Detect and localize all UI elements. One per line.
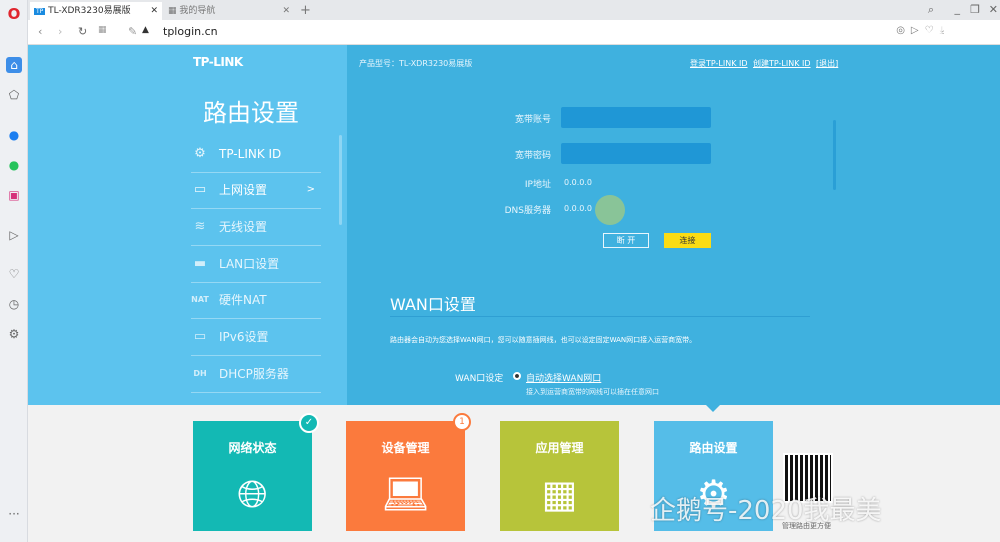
- menu-item-wireless[interactable]: ≋ 无线设置: [191, 210, 321, 246]
- more-icon[interactable]: ···: [6, 506, 22, 522]
- sidebar-scrollbar[interactable]: [339, 135, 342, 225]
- menu-item-ipv6[interactable]: ▭ IPv6设置: [191, 320, 321, 356]
- warning-icon[interactable]: ▲: [142, 25, 149, 35]
- home-icon[interactable]: ⌂: [6, 57, 22, 73]
- tplink-favicon-icon: TP: [34, 8, 46, 15]
- content-scrollbar[interactable]: [833, 120, 836, 190]
- tabs-grid-icon[interactable]: ▦: [98, 25, 107, 35]
- reload-icon[interactable]: ↻: [78, 25, 87, 38]
- account-input[interactable]: [561, 107, 711, 128]
- auto-wan-option[interactable]: 自动选择WAN网口: [526, 371, 601, 384]
- wifi-icon: ≋: [194, 219, 206, 234]
- opera-logo-icon[interactable]: O: [6, 6, 22, 22]
- back-icon[interactable]: ‹: [38, 25, 42, 38]
- menu-label: TP-LINK ID: [219, 147, 282, 161]
- nat-icon: NAT: [191, 295, 209, 304]
- menu-item-nat[interactable]: NAT 硬件NAT: [191, 283, 321, 319]
- password-label: 宽带密码: [514, 151, 551, 161]
- auto-wan-radio[interactable]: [513, 372, 521, 380]
- address-bar: ‹ › ↻ ▦ ✎ ▲ tplogin.cn ◎▷♡⤓: [28, 20, 1000, 45]
- laptop-icon: 💻︎: [381, 472, 430, 516]
- settings-icon[interactable]: ⚙: [6, 326, 22, 342]
- chevron-right-icon: >: [306, 184, 315, 195]
- close-window-icon[interactable]: ✕: [989, 3, 998, 16]
- connect-button[interactable]: 连接: [664, 233, 711, 248]
- minimize-icon[interactable]: _: [955, 2, 961, 15]
- wan-title: WAN口设置: [390, 295, 476, 314]
- main-content: 产品型号：TL-XDR3230易展版 登录TP-LINK ID 创建TP-LIN…: [347, 45, 1000, 405]
- cursor-highlight: [595, 195, 625, 225]
- wan-setting-label: WAN口设定: [455, 374, 504, 384]
- menu-item-tplink-id[interactable]: ⚙ TP-LINK ID: [191, 137, 321, 173]
- monitor-icon: ▭: [193, 329, 207, 344]
- disconnect-button[interactable]: 断 开: [603, 233, 649, 248]
- tile-network-status[interactable]: 网络状态 🌐︎: [193, 421, 312, 531]
- menu-label: 无线设置: [219, 220, 268, 234]
- menu-label: IPv6设置: [219, 330, 269, 344]
- wan-description: 路由器会自动为您选择WAN网口，您可以随意插网线，也可以设定固定WAN网口接入运…: [390, 336, 697, 344]
- url-input[interactable]: tplogin.cn: [163, 25, 218, 38]
- tile-label: 设备管理: [381, 441, 430, 455]
- dns-label: DNS服务器: [504, 206, 551, 216]
- menu-label: LAN口设置: [219, 257, 280, 271]
- heart-icon[interactable]: ♡: [6, 266, 22, 282]
- tab-navigation[interactable]: ▦ 我的导航 ✕: [164, 2, 294, 20]
- active-tile-pointer: [706, 405, 720, 412]
- printer-icon: ▬: [193, 256, 207, 271]
- tile-app-management[interactable]: 应用管理 ▦: [500, 421, 619, 531]
- create-id-link[interactable]: 创建TP-LINK ID: [753, 58, 811, 69]
- ip-value: 0.0.0.0: [564, 178, 592, 187]
- browser-sidebar: O ⌂ ⬠ ● ● ▣ ▷ ♡ ◷ ⚙ ···: [0, 0, 28, 542]
- monitor-icon: ▭: [193, 182, 207, 197]
- tplink-logo: TP-LINK: [193, 55, 243, 69]
- history-icon[interactable]: ◷: [6, 296, 22, 312]
- tab-bar: TP TL-XDR3230易展版 ✕ ▦ 我的导航 ✕ + ⌕ _ ❐ ✕: [28, 0, 1000, 20]
- tile-label: 路由设置: [689, 441, 738, 455]
- apps-grid-icon: ▦: [541, 472, 578, 516]
- tile-device-management[interactable]: 设备管理 💻︎: [346, 421, 465, 531]
- ip-label: IP地址: [524, 180, 551, 190]
- menu-label: 上网设置: [219, 183, 268, 197]
- dhcp-icon: DH: [193, 369, 207, 378]
- grid-icon: ▦: [168, 6, 177, 16]
- new-tab-button[interactable]: +: [296, 2, 311, 20]
- tile-label: 应用管理: [535, 441, 584, 455]
- divider: [390, 316, 810, 317]
- globe-icon: 🌐︎: [237, 472, 268, 516]
- dns-value: 0.0.0.0: [564, 204, 592, 213]
- send-icon[interactable]: ▷: [6, 227, 22, 243]
- whatsapp-icon[interactable]: ●: [6, 157, 22, 173]
- password-input[interactable]: [561, 143, 711, 164]
- menu-item-lan[interactable]: ▬ LAN口设置: [191, 247, 321, 283]
- tile-label: 网络状态: [228, 441, 277, 455]
- search-icon[interactable]: ⌕: [928, 3, 934, 17]
- forward-icon[interactable]: ›: [58, 25, 62, 38]
- auto-wan-hint: 接入到运营商宽带的网线可以插在任意网口: [526, 388, 659, 396]
- menu-label: 硬件NAT: [219, 293, 267, 307]
- product-model: 产品型号：TL-XDR3230易展版: [359, 59, 473, 68]
- close-icon[interactable]: ✕: [150, 2, 158, 20]
- menu-item-internet[interactable]: ▭ 上网设置 >: [191, 173, 321, 209]
- watermark-top: bilibili: [920, 24, 980, 44]
- tab-label: TL-XDR3230易展版: [48, 6, 131, 16]
- instagram-icon[interactable]: ▣: [6, 187, 22, 203]
- tab-router[interactable]: TP TL-XDR3230易展版 ✕: [30, 2, 162, 20]
- restore-icon[interactable]: ❐: [970, 3, 980, 16]
- close-icon[interactable]: ✕: [282, 2, 290, 20]
- watermark-bottom: 企鹅号-2020我最美: [650, 496, 882, 526]
- login-link[interactable]: 登录TP-LINK ID: [690, 58, 748, 69]
- key-icon: ✎: [128, 25, 138, 38]
- account-label: 宽带账号: [514, 115, 551, 125]
- gear-icon: ⚙: [194, 146, 206, 161]
- logout-link[interactable]: [退出]: [816, 58, 838, 69]
- messenger-icon[interactable]: ●: [6, 127, 22, 143]
- tab-label: 我的导航: [179, 6, 216, 16]
- menu-item-dhcp[interactable]: DH DHCP服务器: [191, 357, 321, 393]
- cube-icon[interactable]: ⬠: [6, 87, 22, 103]
- page-title: 路由设置: [203, 99, 299, 127]
- menu-label: DHCP服务器: [219, 367, 289, 381]
- device-count-badge: 1: [453, 413, 471, 431]
- status-ok-badge: ✓: [299, 413, 319, 433]
- router-sidebar: TP-LINK 路由设置 ⚙ TP-LINK ID ▭ 上网设置 > ≋ 无线设置 ▬ L…: [28, 45, 347, 405]
